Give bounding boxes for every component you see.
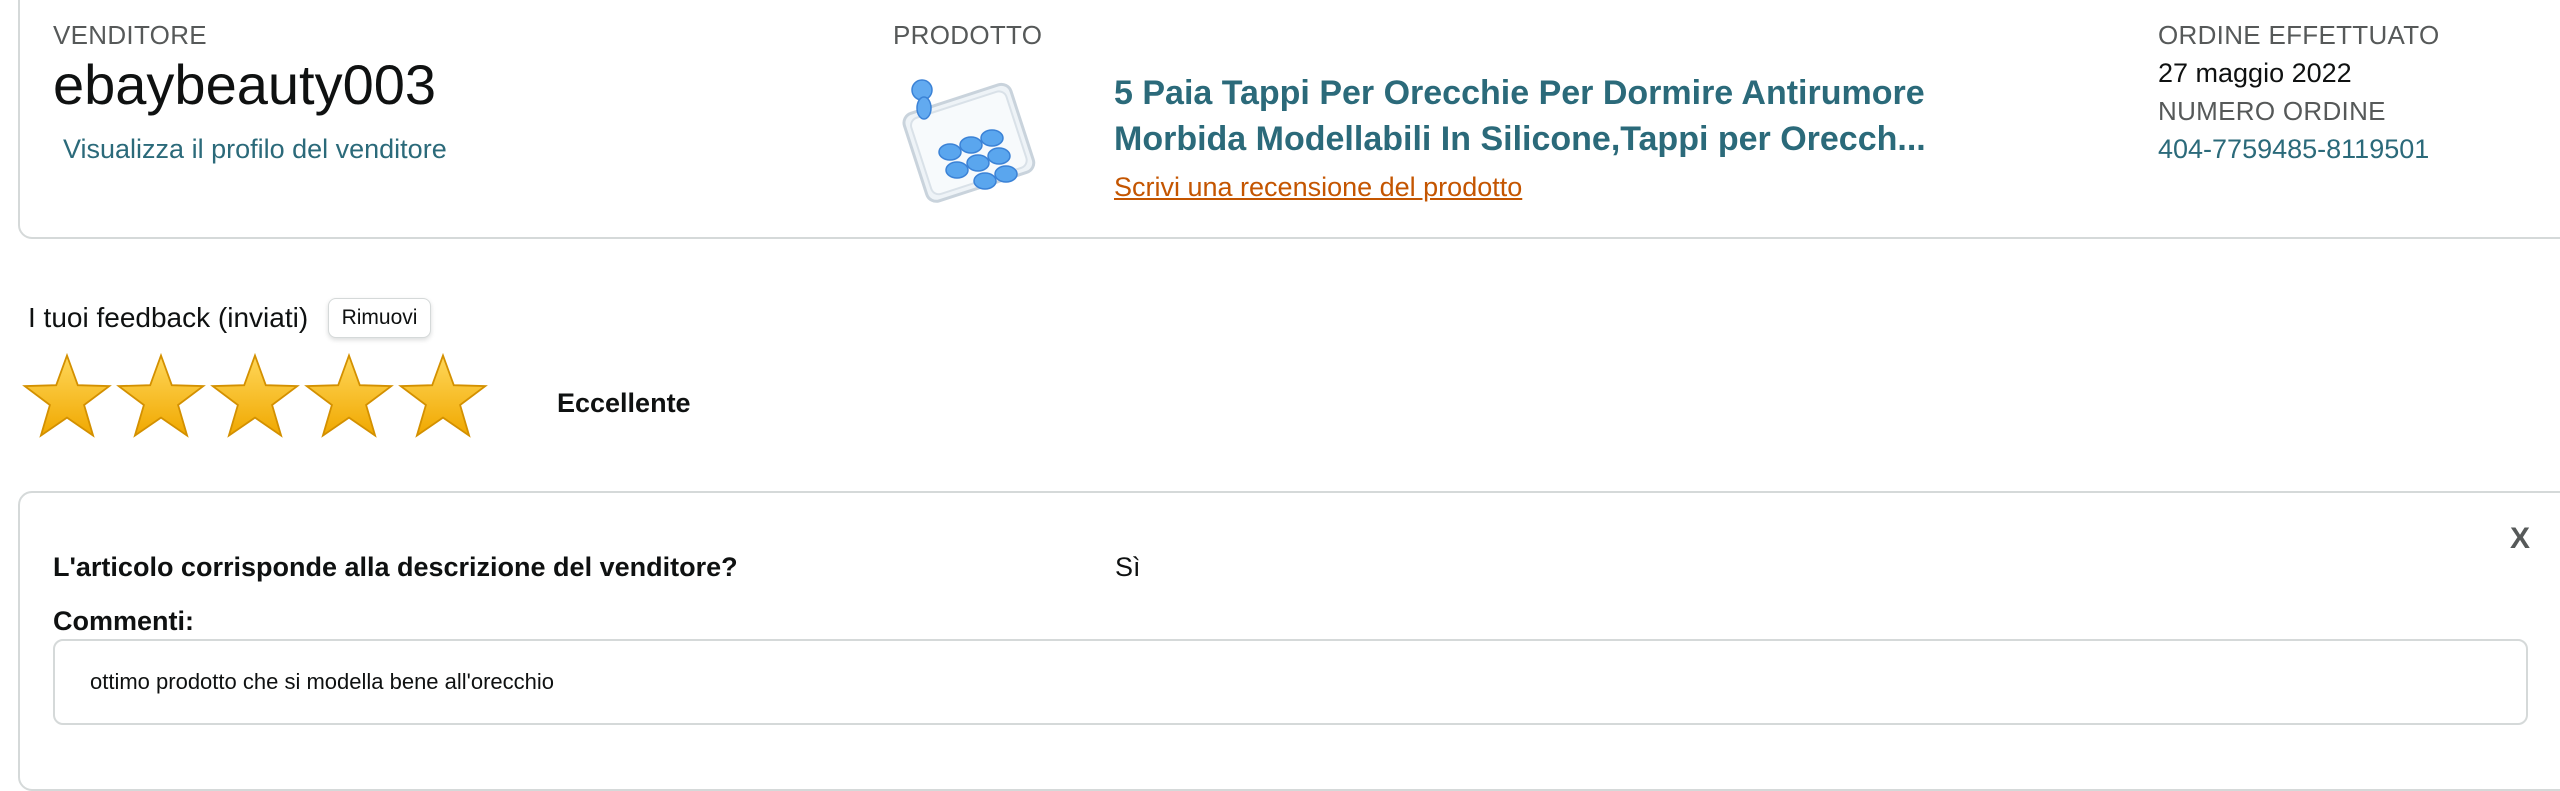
close-icon[interactable]: X [2510, 522, 2530, 556]
star-icon[interactable] [304, 352, 394, 440]
star-icon[interactable] [22, 352, 112, 440]
write-review-link[interactable]: Scrivi una recensione del prodotto [1114, 172, 1522, 203]
seller-label: VENDITORE [53, 20, 207, 50]
comment-field[interactable]: ottimo prodotto che si modella bene all'… [53, 639, 2528, 725]
order-placed-label: ORDINE EFFETTUATO [2158, 20, 2440, 50]
seller-profile-link[interactable]: Visualizza il profilo del venditore [63, 134, 447, 165]
description-match-answer: Sì [1115, 552, 1141, 582]
order-date: 27 maggio 2022 [2158, 58, 2352, 88]
star-icon[interactable] [116, 352, 206, 440]
star-icon[interactable] [210, 352, 300, 440]
star-icon[interactable] [398, 352, 488, 440]
rating-text: Eccellente [557, 388, 691, 418]
earplugs-product-image[interactable] [892, 66, 1044, 214]
order-number-link[interactable]: 404-7759485-8119501 [2158, 134, 2429, 165]
description-match-question: L'articolo corrisponde alla descrizione … [53, 552, 738, 582]
order-number-label: NUMERO ORDINE [2158, 96, 2386, 126]
comments-label: Commenti: [53, 606, 194, 636]
seller-name: ebaybeauty003 [53, 53, 437, 116]
feedback-title: I tuoi feedback (inviati) [28, 302, 309, 333]
product-label: PRODOTTO [893, 20, 1043, 50]
product-title-link[interactable]: 5 Paia Tappi Per Orecchie Per Dormire An… [1114, 70, 1964, 162]
remove-feedback-button[interactable]: Rimuovi [328, 298, 431, 338]
